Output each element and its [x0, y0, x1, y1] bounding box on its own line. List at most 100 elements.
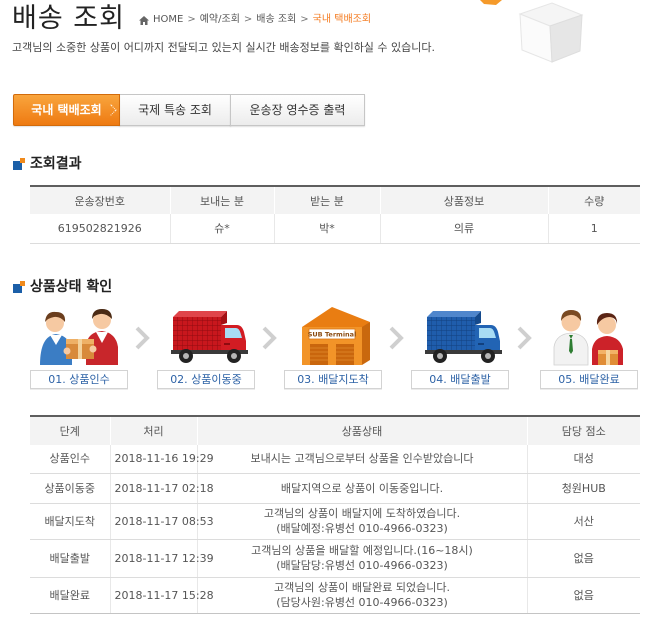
table-row: 상품이동중 2018-11-17 02:18 배달지역으로 상품이 이동중입니다…	[30, 473, 640, 504]
column-header-processed: 처리	[109, 416, 197, 445]
column-header-branch: 담당 점소	[526, 416, 640, 445]
tab-label: 국제 특송 조회	[138, 103, 212, 117]
step-number: 02.	[170, 373, 188, 386]
tab-international-express[interactable]: 국제 특송 조회	[119, 94, 231, 126]
status-cell: 고객님의 상품이 배달지에 도착하였습니다. (배달예정:유병선 010-496…	[196, 503, 527, 540]
results-heading-text: 조회결과	[30, 156, 82, 172]
status-line: 배달지역으로 상품이 이동중입니다.	[280, 481, 444, 495]
step-name: 상품이동중	[191, 373, 242, 386]
column-header-receiver: 받는 분	[273, 186, 380, 214]
quantity-cell: 1	[547, 214, 640, 244]
status-cell: 고객님의 상품을 배달할 예정입니다.(16~18시) (배달담당:유병선 01…	[196, 539, 527, 578]
column-header-status: 상품상태	[196, 416, 527, 445]
column-header-quantity: 수량	[547, 186, 640, 214]
chevron-right-icon	[132, 325, 152, 351]
step-number: 01.	[48, 373, 66, 386]
blue-truck-illustration	[425, 311, 502, 363]
branch-cell: 대성	[526, 445, 640, 474]
breadcrumb-separator: >	[300, 14, 309, 25]
table-header-row: 단계 처리 상품상태 담당 점소	[30, 416, 640, 445]
breadcrumb-separator: >	[243, 14, 253, 25]
status-cell: 배달지역으로 상품이 이동중입니다.	[196, 473, 527, 504]
status-detail-line: (담당사원:유병선 010-4966-0323)	[276, 596, 448, 609]
breadcrumb-separator: >	[187, 14, 196, 25]
step-label: 03. 배달지도착	[284, 370, 382, 389]
processed-time-cell: 2018-11-17 02:18	[109, 473, 214, 504]
decorative-boxes-illustration	[480, 0, 584, 63]
step-cell: 상품인수	[30, 445, 110, 474]
step-name: 상품인수	[69, 373, 110, 386]
status-line: 고객님의 상품이 배달완료 되었습니다.	[274, 581, 450, 594]
table-row: 619502821926 슈* 박* 의류 1	[30, 214, 640, 244]
step-received: 01. 상품인수	[30, 305, 128, 389]
sender-cell: 슈*	[169, 214, 274, 244]
step-label: 05. 배달완료	[540, 370, 638, 389]
step-cell: 배달완료	[30, 577, 110, 614]
step-name: 배달지도착	[318, 373, 369, 386]
step-cell: 상품이동중	[30, 473, 110, 504]
chevron-right-icon	[514, 325, 534, 351]
page-title: 배송 조회	[12, 3, 125, 34]
tab-label: 운송장 영수증 출력	[249, 103, 346, 117]
column-header-sender: 보내는 분	[169, 186, 274, 214]
waybill-number-cell: 619502821926	[30, 214, 170, 244]
step-arrived-destination: SUB Terminal 03. 배달지도착	[284, 305, 382, 389]
branch-cell: 청원HUB	[526, 473, 640, 504]
breadcrumb-current: 국내 택배조회	[312, 14, 372, 25]
status-cell: 고객님의 상품이 배달완료 되었습니다. (담당사원:유병선 010-4966-…	[196, 577, 527, 614]
branch-cell: 없음	[526, 539, 640, 578]
step-number: 04.	[429, 373, 447, 386]
table-row: 배달출발 2018-11-17 12:39 고객님의 상품을 배달할 예정입니다…	[30, 539, 640, 578]
page-subtitle: 고객님의 소중한 상품이 어디까지 전달되고 있는지 실시간 배송정보를 확인하…	[12, 41, 436, 54]
status-heading-text: 상품상태 확인	[30, 279, 113, 295]
product-cell: 의류	[379, 214, 548, 244]
status-line: 보내시는 고객님으로부터 상품을 인수받았습니다	[250, 452, 474, 466]
receiver-cell: 박*	[273, 214, 380, 244]
handover-illustration	[40, 309, 118, 365]
column-header-waybill: 운송장번호	[30, 186, 170, 214]
step-cell: 배달지도착	[30, 503, 110, 540]
sub-terminal-illustration: SUB Terminal	[302, 307, 370, 365]
status-heading: 상품상태 확인	[13, 278, 112, 296]
step-number: 05.	[558, 373, 576, 386]
status-line: 고객님의 상품을 배달할 예정입니다.(16~18시)	[251, 544, 473, 557]
tracking-history-table: 단계 처리 상품상태 담당 점소 상품인수 2018-11-16 19:29 보…	[30, 415, 640, 614]
step-delivered: 05. 배달완료	[540, 305, 638, 389]
section-bullet-icon	[13, 281, 25, 293]
step-name: 배달출발	[450, 373, 491, 386]
results-heading: 조회결과	[13, 155, 82, 173]
table-row: 상품인수 2018-11-16 19:29 보내시는 고객님으로부터 상품을 인…	[30, 445, 640, 474]
tab-waybill-receipt-print[interactable]: 운송장 영수증 출력	[230, 94, 365, 126]
status-line: 고객님의 상품이 배달지에 도착하였습니다.	[263, 507, 461, 520]
processed-time-cell: 2018-11-16 19:29	[109, 445, 214, 474]
branch-cell: 서산	[526, 503, 640, 540]
chevron-right-icon	[259, 325, 279, 351]
terminal-sign-text: SUB Terminal	[308, 331, 357, 339]
active-tab-arrow-icon	[105, 104, 117, 116]
table-row: 배달완료 2018-11-17 15:28 고객님의 상품이 배달완료 되었습니…	[30, 577, 640, 614]
home-icon[interactable]	[139, 15, 149, 25]
breadcrumb-reservation-link[interactable]: 예약/조회	[200, 13, 240, 27]
breadcrumb-tracking-link[interactable]: 배송 조회	[256, 13, 296, 27]
column-header-step: 단계	[30, 416, 110, 445]
column-header-product: 상품정보	[379, 186, 548, 214]
table-header-row: 운송장번호 보내는 분 받는 분 상품정보 수량	[30, 186, 640, 214]
processed-time-cell: 2018-11-17 15:28	[109, 577, 214, 614]
branch-cell: 없음	[526, 577, 640, 614]
step-in-transit: 02. 상품이동중	[157, 305, 255, 389]
step-label: 04. 배달출발	[411, 370, 509, 389]
step-label: 02. 상품이동중	[157, 370, 255, 389]
results-table: 운송장번호 보내는 분 받는 분 상품정보 수량 619502821926 슈*…	[30, 185, 640, 244]
section-bullet-icon	[13, 158, 25, 170]
delivered-illustration	[553, 310, 623, 366]
step-name: 배달완료	[579, 373, 620, 386]
processed-time-cell: 2018-11-17 08:53	[109, 503, 214, 540]
red-truck-illustration	[171, 311, 248, 363]
step-out-for-delivery: 04. 배달출발	[411, 305, 509, 389]
breadcrumb-home-link[interactable]: HOME	[153, 13, 183, 27]
step-cell: 배달출발	[30, 539, 110, 578]
chevron-right-icon	[386, 325, 406, 351]
tab-bar: 국내 택배조회 국제 특송 조회 운송장 영수증 출력	[13, 94, 365, 126]
step-number: 03.	[297, 373, 315, 386]
tab-domestic-tracking[interactable]: 국내 택배조회	[13, 94, 120, 126]
